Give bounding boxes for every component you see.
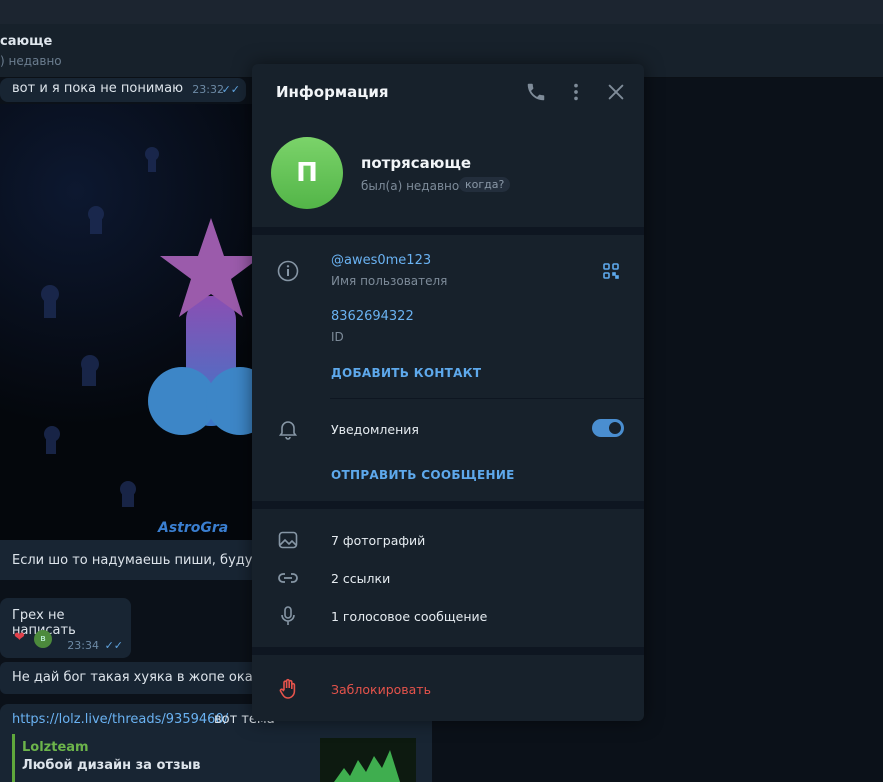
sticker-brand: AstroGra [158, 520, 229, 536]
message-text: вот и я пока не понимаю [12, 81, 184, 96]
chat-contact-status: ) недавно [0, 54, 62, 68]
reaction-avatar: в [34, 630, 52, 648]
message-bubble[interactable]: Если шо то надумаешь пиши, буду бла [0, 540, 281, 580]
media-photos-row[interactable]: 7 фотографий [331, 533, 425, 548]
preview-accent-bar [12, 734, 15, 782]
qr-code-icon[interactable] [602, 262, 620, 280]
window-top-strip [0, 0, 883, 24]
user-id-value[interactable]: 8362694322 [331, 309, 414, 324]
section-divider [252, 227, 644, 235]
section-divider [252, 647, 644, 655]
media-links-row[interactable]: 2 ссылки [331, 571, 390, 586]
heart-reaction-icon[interactable]: ❤ [14, 630, 25, 645]
message-bubble[interactable]: вот и я пока не понимаю 23:32 ✓✓ [0, 78, 246, 102]
profile-name: потрясающе [361, 154, 472, 172]
message-bubble[interactable]: Грех не написать ❤ в 23:34 ✓✓ [0, 598, 131, 658]
message-time: 23:32 [192, 83, 224, 96]
microphone-icon [276, 604, 300, 628]
user-info-panel: Информация П потрясающе был(а) недавно к… [252, 64, 644, 721]
username-label: Имя пользователя [331, 274, 448, 288]
block-hand-icon [276, 677, 300, 701]
message-bubble[interactable]: Не дай бог такая хуяка в жопе окажет [0, 662, 280, 694]
block-user-button[interactable]: Заблокировать [331, 682, 431, 697]
chat-contact-name[interactable]: сающе [0, 34, 52, 49]
notifications-toggle[interactable] [592, 419, 624, 437]
phone-icon[interactable] [525, 81, 547, 103]
panel-title: Информация [276, 83, 389, 101]
message-text: Грех не написать [12, 608, 76, 638]
bell-icon [276, 417, 300, 441]
panel-header: Информация [252, 64, 644, 120]
preview-chart-graphic [334, 750, 400, 782]
message-time: 23:34 [67, 639, 99, 652]
message-link[interactable]: https://lolz.live/threads/9359460/ [12, 712, 228, 727]
row-divider [330, 398, 644, 399]
read-ticks-icon: ✓✓ [221, 83, 240, 96]
sticker-image[interactable] [0, 104, 274, 540]
profile-status: был(а) недавно [361, 179, 460, 193]
send-message-button[interactable]: ОТПРАВИТЬ СООБЩЕНИЕ [331, 468, 515, 482]
preview-title: Любой дизайн за отзыв [22, 758, 201, 773]
close-icon[interactable] [605, 81, 627, 103]
username-value[interactable]: @awes0me123 [331, 253, 431, 268]
when-last-seen-button[interactable]: когда? [459, 177, 511, 192]
link-icon [276, 566, 300, 590]
read-ticks-icon: ✓✓ [104, 639, 123, 652]
photo-icon [276, 528, 300, 552]
message-text: Если шо то надумаешь пиши, буду бла [12, 553, 281, 568]
notifications-label: Уведомления [331, 422, 419, 437]
info-icon [276, 259, 300, 283]
preview-site-name: Lolzteam [22, 740, 89, 755]
sticker-graphic [41, 147, 274, 507]
user-id-label: ID [331, 330, 344, 344]
preview-thumbnail [320, 738, 416, 782]
message-text: Не дай бог такая хуяка в жопе окажет [12, 670, 280, 685]
media-voice-row[interactable]: 1 голосовое сообщение [331, 609, 487, 624]
more-options-icon[interactable] [565, 81, 587, 103]
add-contact-button[interactable]: ДОБАВИТЬ КОНТАКТ [331, 366, 481, 380]
avatar[interactable]: П [271, 137, 343, 209]
section-divider [252, 501, 644, 509]
